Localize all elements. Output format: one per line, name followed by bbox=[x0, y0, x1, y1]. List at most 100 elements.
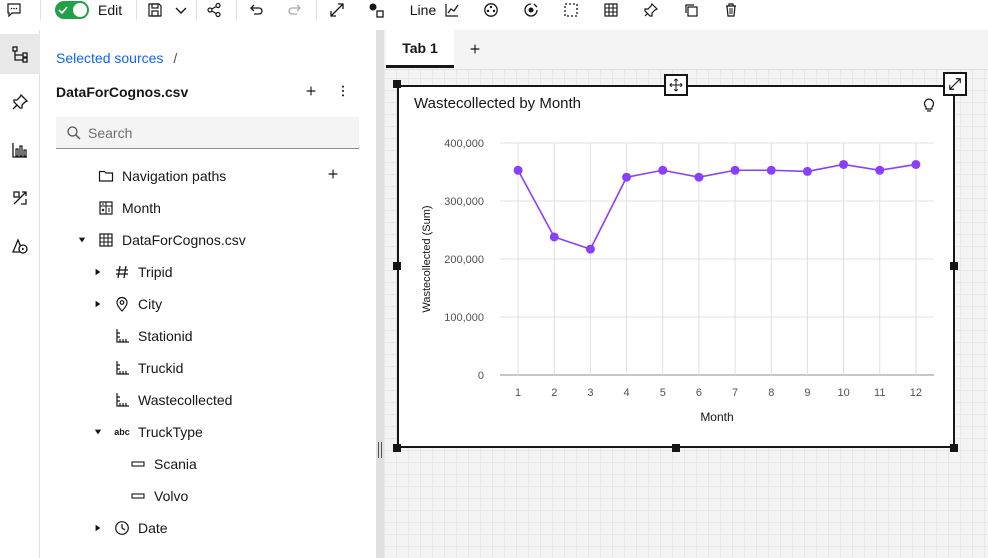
data-point bbox=[658, 165, 668, 175]
tree-item-date[interactable]: Date bbox=[114, 516, 168, 540]
visualization-widget[interactable]: Wastecollected by Month 0 100,000 200,000 3… bbox=[397, 85, 955, 448]
location-icon bbox=[114, 296, 130, 312]
toolbar: Edit Line bbox=[0, 0, 988, 20]
tree-item-dataforcognos[interactable]: DataForCognos.csv bbox=[98, 228, 246, 252]
y-tick-label: 200,000 bbox=[444, 254, 484, 266]
toolbar-divider bbox=[236, 0, 237, 20]
visualizations-icon[interactable] bbox=[0, 130, 40, 170]
x-tick-label: 9 bbox=[804, 387, 810, 399]
resize-handle[interactable] bbox=[393, 80, 401, 88]
overflow-menu-icon[interactable] bbox=[334, 82, 352, 100]
search-input[interactable]: Search bbox=[88, 125, 132, 141]
source-title: DataForCognos.csv bbox=[56, 84, 189, 100]
tree-item-city[interactable]: City bbox=[114, 292, 162, 316]
tree-item-scania[interactable]: Scania bbox=[130, 452, 197, 476]
measure-icon bbox=[114, 328, 130, 344]
tab-1[interactable]: Tab 1 bbox=[386, 30, 454, 68]
edit-mode-label: Edit bbox=[98, 2, 123, 18]
hash-icon bbox=[114, 264, 130, 280]
caret-down-icon[interactable] bbox=[93, 427, 103, 437]
palette-icon[interactable] bbox=[482, 0, 500, 20]
media-icon[interactable] bbox=[0, 226, 40, 266]
data-point bbox=[839, 159, 849, 169]
resize-handle[interactable] bbox=[672, 444, 680, 452]
pin-icon[interactable] bbox=[642, 0, 660, 20]
drag-handle-icon[interactable] bbox=[378, 442, 382, 458]
line-chart-icon[interactable] bbox=[443, 0, 461, 20]
caret-down-icon[interactable] bbox=[77, 235, 87, 245]
clock-icon bbox=[114, 520, 130, 536]
series-line bbox=[517, 163, 917, 251]
x-tick-label: 7 bbox=[732, 387, 738, 399]
tree-item-label: Stationid bbox=[138, 328, 193, 344]
viz-type-label[interactable]: Line bbox=[408, 0, 438, 20]
tree-item-trucktype[interactable]: abc TruckType bbox=[114, 420, 203, 444]
tree-item-month[interactable]: Month bbox=[98, 196, 161, 220]
y-tick-label: 400,000 bbox=[444, 138, 484, 150]
member-icon bbox=[130, 488, 146, 504]
tree-item-stationid[interactable]: Stationid bbox=[114, 324, 192, 348]
chevron-down-icon[interactable] bbox=[172, 0, 190, 20]
toolbar-divider bbox=[136, 0, 137, 20]
tree-item-volvo[interactable]: Volvo bbox=[130, 484, 188, 508]
pin-icon[interactable] bbox=[0, 82, 40, 122]
x-tick-label: 10 bbox=[837, 387, 849, 399]
data-point bbox=[802, 166, 812, 176]
toolbar-divider bbox=[40, 0, 41, 20]
redo-icon[interactable] bbox=[286, 0, 304, 20]
expand-icon[interactable] bbox=[328, 0, 346, 20]
tree-item-navigation-paths[interactable]: Navigation paths bbox=[98, 164, 226, 188]
tree-item-wastecollected[interactable]: Wastecollected bbox=[114, 388, 232, 412]
x-tick-label: 5 bbox=[660, 387, 666, 399]
search-field[interactable]: Search bbox=[56, 117, 359, 149]
x-tick-label: 2 bbox=[551, 387, 557, 399]
tree-item-label: City bbox=[138, 296, 163, 312]
y-tick-label: 0 bbox=[478, 370, 484, 382]
breadcrumb: Selected sources / bbox=[56, 50, 177, 66]
resize-handle[interactable] bbox=[950, 444, 958, 452]
table-icon bbox=[98, 232, 114, 248]
data-point bbox=[766, 165, 776, 175]
x-tick-label: 11 bbox=[874, 387, 885, 399]
undo-icon[interactable] bbox=[247, 0, 265, 20]
resize-handle[interactable] bbox=[393, 262, 401, 270]
caret-right-icon[interactable] bbox=[93, 299, 103, 309]
data-point bbox=[585, 244, 595, 254]
resize-handle[interactable] bbox=[393, 444, 401, 452]
y-tick-label: 300,000 bbox=[444, 196, 484, 208]
data-point bbox=[622, 172, 632, 182]
tree-item-tripid[interactable]: Tripid bbox=[114, 260, 173, 284]
save-icon[interactable] bbox=[146, 0, 164, 20]
caret-right-icon[interactable] bbox=[93, 267, 103, 277]
breadcrumb-link[interactable]: Selected sources bbox=[56, 50, 163, 66]
add-icon[interactable] bbox=[302, 82, 320, 100]
x-tick-label: 6 bbox=[696, 387, 702, 399]
add-tab-icon[interactable] bbox=[468, 42, 482, 56]
maximize-icon[interactable] bbox=[943, 72, 967, 96]
panel-resize-divider[interactable] bbox=[376, 30, 384, 558]
data-point bbox=[875, 165, 885, 175]
folder-icon bbox=[98, 168, 114, 184]
data-point bbox=[730, 165, 740, 175]
chat-icon[interactable] bbox=[2, 0, 26, 20]
add-navigation-path-icon[interactable] bbox=[326, 167, 340, 181]
table-icon[interactable] bbox=[602, 0, 620, 20]
resize-handle[interactable] bbox=[950, 262, 958, 270]
tree-item-truckid[interactable]: Truckid bbox=[114, 356, 183, 380]
share-icon[interactable] bbox=[205, 0, 223, 20]
copy-icon[interactable] bbox=[682, 0, 700, 20]
move-icon[interactable] bbox=[664, 74, 688, 96]
data-sources-icon[interactable] bbox=[0, 34, 40, 74]
x-tick-label: 4 bbox=[624, 387, 630, 399]
select-icon[interactable] bbox=[562, 0, 580, 20]
y-axis-label: Wastecollected (Sum) bbox=[421, 205, 433, 312]
delete-icon[interactable] bbox=[722, 0, 740, 20]
abc-icon: abc bbox=[114, 427, 130, 437]
shapes-icon[interactable] bbox=[366, 0, 386, 20]
caret-right-icon[interactable] bbox=[93, 523, 103, 533]
insights-icon[interactable] bbox=[522, 0, 540, 20]
data-panel: Selected sources / DataForCognos.csv Sea… bbox=[40, 30, 376, 558]
left-rail bbox=[0, 30, 40, 558]
widgets-icon[interactable] bbox=[0, 178, 40, 218]
edit-toggle[interactable] bbox=[55, 0, 89, 20]
